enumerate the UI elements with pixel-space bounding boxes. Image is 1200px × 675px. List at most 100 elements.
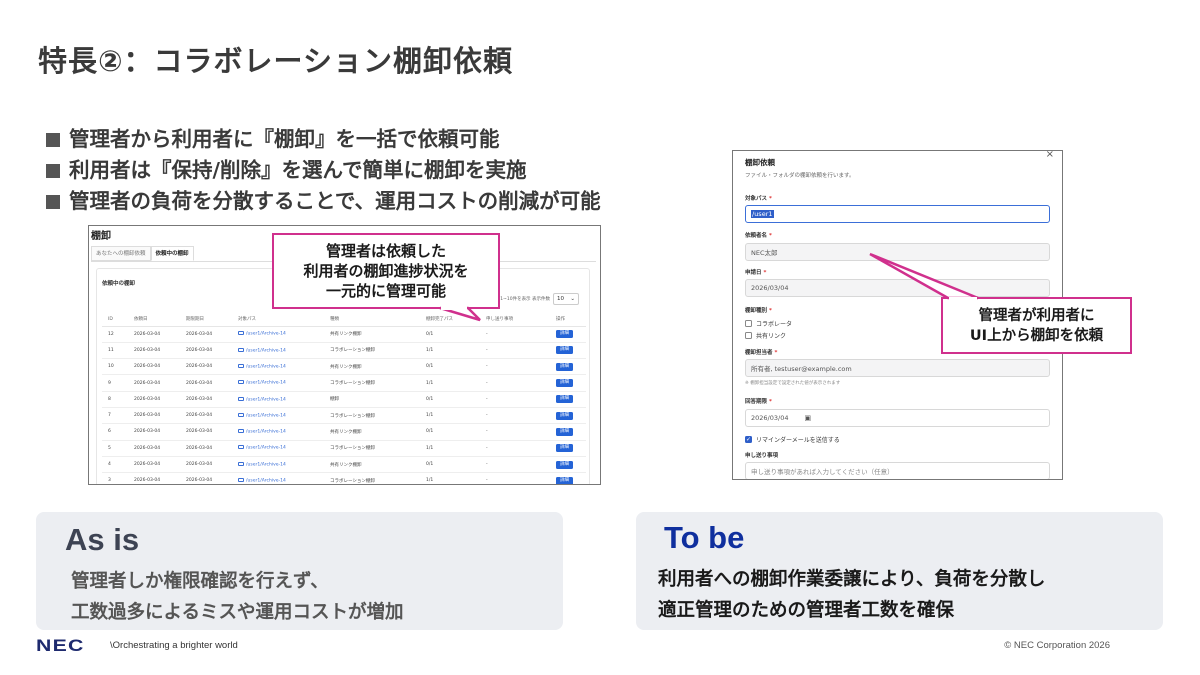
square-bullet-icon — [46, 132, 60, 147]
folder-icon — [238, 380, 244, 385]
table-row: 12 2026-03-04 2026-03-04/user1/Archive-14 共… — [102, 326, 586, 343]
path-link[interactable]: /user1/Archive-14 — [246, 462, 286, 467]
table-row: 7 2026-03-04 2026-03-04/user1/Archive-14 コラ… — [102, 407, 586, 425]
requests-table: ID 依頼日 期限期日 対象パス 種類 棚卸完了パス 申し送り事項 操作 12 2… — [102, 313, 586, 484]
deadline-label: 回答期限 * — [745, 399, 772, 405]
folder-icon — [238, 412, 244, 417]
notes-input[interactable]: 申し送り事項があれば入力してください（任意） — [745, 462, 1050, 479]
path-link[interactable]: /user1/Archive-14 — [246, 348, 286, 353]
column-header: ID — [102, 313, 128, 327]
detail-button[interactable]: 詳細 — [556, 476, 573, 484]
square-bullet-icon — [46, 163, 60, 178]
deadline-date-input[interactable]: 2026/03/04 ▣ — [745, 409, 1050, 427]
table-row: 6 2026-03-04 2026-03-04/user1/Archive-14 共有… — [102, 423, 586, 441]
detail-button[interactable]: 詳細 — [556, 395, 573, 404]
chevron-down-icon: ⌄ — [570, 296, 575, 302]
tagline: \Orchestrating a brighter world — [110, 640, 238, 651]
requester-field: NEC太郎 — [745, 243, 1050, 261]
detail-button[interactable]: 詳細 — [556, 460, 573, 469]
per-page-select[interactable]: 10 ⌄ — [553, 293, 579, 305]
table-row: 9 2026-03-04 2026-03-04/user1/Archive-14 コラ… — [102, 374, 586, 392]
detail-button[interactable]: 詳細 — [556, 346, 573, 355]
path-link[interactable]: /user1/Archive-14 — [246, 479, 286, 484]
table-row: 5 2026-03-04 2026-03-04/user1/Archive-14 コラ… — [102, 440, 586, 457]
tab-requests-in-progress[interactable]: 依頼中の棚卸 — [150, 246, 194, 261]
path-link[interactable]: /user1/Archive-14 — [246, 381, 286, 386]
folder-icon — [238, 363, 244, 368]
request-date-field: 2026/03/04 — [745, 279, 1050, 297]
table-row: 3 2026-03-04 2026-03-04/user1/Archive-14 コラ… — [102, 472, 586, 484]
target-path-input[interactable]: /user1 — [745, 205, 1050, 223]
copyright: © NEC Corporation 2026 — [1004, 640, 1110, 651]
column-header: 申し送り事項 — [480, 313, 550, 327]
bullet-item: 管理者の負荷を分散することで、運用コストの削減が可能 — [46, 186, 601, 217]
feature-bullets: 管理者から利用者に『棚卸』を一括で依頼可能 利用者は『保持/削除』を選んで簡単に… — [46, 124, 601, 217]
path-link[interactable]: /user1/Archive-14 — [246, 332, 286, 337]
folder-icon — [238, 478, 244, 483]
inventory-kind-label: 棚卸種別 * — [745, 308, 772, 314]
table-row: 11 2026-03-04 2026-03-04/user1/Archive-14 コ… — [102, 342, 586, 360]
checkbox-checked[interactable]: ✓ — [745, 436, 752, 443]
requester-label: 依頼者名 * — [745, 233, 772, 239]
bullet-item: 利用者は『保持/削除』を選んで簡単に棚卸を実施 — [46, 155, 601, 186]
detail-button[interactable]: 詳細 — [556, 411, 573, 420]
column-header: 棚卸完了パス — [420, 313, 480, 327]
path-link[interactable]: /user1/Archive-14 — [246, 446, 286, 451]
column-header: 期限期日 — [180, 313, 232, 327]
dialog-title: 棚卸依頼 — [745, 158, 775, 167]
as-is-panel: As is 管理者しか権限確認を行えず、 工数過多によるミスや運用コストが増加 — [36, 512, 563, 630]
column-header: 操作 — [550, 313, 586, 327]
to-be-text: 利用者への棚卸作業委譲により、負荷を分散し 適正管理のための管理者工数を確保 — [658, 569, 1046, 621]
kind-option-shared-link[interactable]: 共有リンク — [745, 331, 786, 340]
column-header: 対象パス — [232, 313, 324, 327]
progress-management-callout: 管理者は依頼した 利用者の棚卸進捗状況を 一元的に管理可能 — [272, 233, 500, 309]
as-is-heading: As is — [65, 522, 140, 557]
detail-button[interactable]: 詳細 — [556, 330, 573, 339]
nec-logo: NEC — [36, 636, 85, 655]
path-link[interactable]: /user1/Archive-14 — [246, 364, 286, 369]
detail-button[interactable]: 詳細 — [556, 444, 573, 453]
table-row: 4 2026-03-04 2026-03-04/user1/Archive-14 共有… — [102, 456, 586, 474]
column-header: 種類 — [324, 313, 420, 327]
square-bullet-icon — [46, 194, 60, 209]
folder-icon — [238, 331, 244, 336]
checkbox[interactable] — [745, 320, 752, 327]
folder-icon — [238, 429, 244, 434]
folder-icon — [238, 445, 244, 450]
bullet-item: 管理者から利用者に『棚卸』を一括で依頼可能 — [46, 124, 601, 155]
folder-icon — [238, 396, 244, 401]
assignee-field: 所有者, testuser@example.com — [745, 359, 1050, 377]
path-link[interactable]: /user1/Archive-14 — [246, 430, 286, 435]
reminder-checkbox-row[interactable]: ✓ リマインダーメールを送信する — [745, 435, 840, 444]
page-title: 棚卸 — [91, 231, 111, 242]
kind-option-collaborator[interactable]: コラボレータ — [745, 319, 792, 328]
detail-button[interactable]: 詳細 — [556, 362, 573, 371]
detail-button[interactable]: 詳細 — [556, 379, 573, 388]
request-date-label: 申請日 * — [745, 270, 767, 276]
tab-requests-to-you[interactable]: あなたへの棚卸依頼 — [91, 246, 151, 261]
to-be-panel: To be 利用者への棚卸作業委譲により、負荷を分散し 適正管理のための管理者工… — [636, 512, 1163, 630]
table-row: 8 2026-03-04 2026-03-04/user1/Archive-14 棚卸… — [102, 391, 586, 408]
notes-label: 申し送り事項 — [745, 453, 779, 459]
table-row: 10 2026-03-04 2026-03-04/user1/Archive-14 共… — [102, 358, 586, 376]
as-is-text: 管理者しか権限確認を行えず、 工数過多によるミスや運用コストが増加 — [71, 571, 404, 623]
folder-icon — [238, 461, 244, 466]
column-header: 依頼日 — [128, 313, 180, 327]
per-page-label: 1~10件を表示 表示件数 — [500, 297, 550, 302]
table-header-row: ID 依頼日 期限期日 対象パス 種類 棚卸完了パス 申し送り事項 操作 — [102, 313, 586, 327]
folder-icon — [238, 347, 244, 352]
path-link[interactable]: /user1/Archive-14 — [246, 397, 286, 402]
calendar-icon[interactable]: ▣ — [804, 414, 811, 422]
close-icon[interactable]: × — [1046, 151, 1054, 160]
detail-button[interactable]: 詳細 — [556, 427, 573, 436]
slide-title: 特長②：コラボレーション棚卸依頼 — [38, 44, 513, 78]
target-path-label: 対象パス * — [745, 196, 772, 202]
tab-bar: あなたへの棚卸依頼 依頼中の棚卸 — [91, 246, 194, 262]
checkbox[interactable] — [745, 332, 752, 339]
to-be-heading: To be — [664, 520, 745, 555]
card-title: 依頼中の棚卸 — [102, 281, 136, 287]
assignee-hint: ※ 棚卸担当設定で設定された値が表示されます — [745, 381, 841, 386]
per-page-control: 1~10件を表示 表示件数 10 ⌄ — [500, 293, 579, 305]
assignee-label: 棚卸担当者 * — [745, 350, 778, 356]
path-link[interactable]: /user1/Archive-14 — [246, 413, 286, 418]
